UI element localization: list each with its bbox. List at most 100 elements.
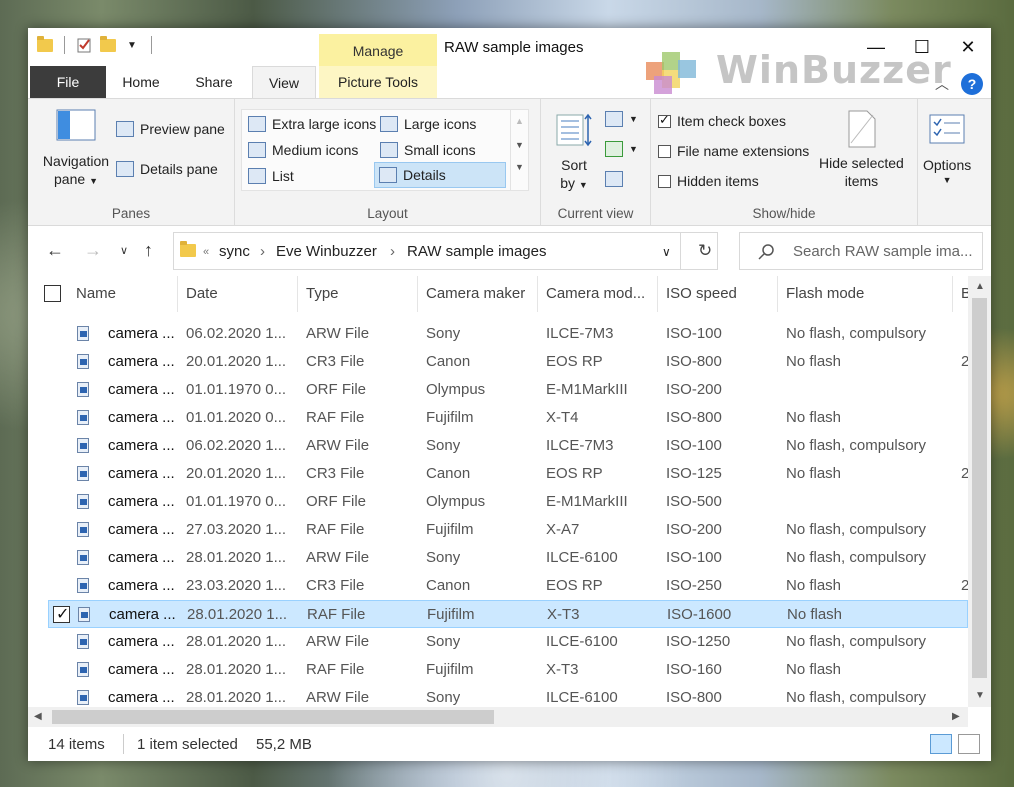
breadcrumb-raw-sample-images[interactable]: RAW sample images <box>407 243 546 260</box>
extra-large-icons-icon <box>248 116 266 132</box>
tab-view[interactable]: View <box>252 66 316 98</box>
column-header: Name Date Type Camera maker Camera mod..… <box>28 276 968 312</box>
cell-name: camera ... <box>108 381 175 398</box>
column-date[interactable]: Date <box>178 276 298 312</box>
file-name-extensions-toggle[interactable]: File name extensions <box>658 143 809 159</box>
tab-share[interactable]: Share <box>184 66 244 98</box>
back-button[interactable]: ← <box>46 240 64 261</box>
table-row[interactable]: camera ... 28.01.2020 1... RAF File Fujifil… <box>48 600 968 628</box>
gallery-up-icon[interactable]: ▲ <box>511 116 528 126</box>
table-row[interactable]: camera ... 01.01.1970 0... ORF File Olympus… <box>48 376 968 404</box>
hidden-items-toggle[interactable]: Hidden items <box>658 173 759 189</box>
tab-file[interactable]: File <box>30 66 106 98</box>
layout-list[interactable]: List <box>244 164 298 188</box>
layout-small-icons[interactable]: Small icons <box>376 138 480 162</box>
large-icons-view-icon[interactable] <box>958 734 980 754</box>
refresh-icon[interactable]: ↻ <box>698 241 712 261</box>
table-row[interactable]: camera ... 06.02.2020 1... ARW File Sony ILC… <box>48 320 968 348</box>
select-all-checkbox[interactable] <box>44 285 61 302</box>
breadcrumb-eve-winbuzzer[interactable]: Eve Winbuzzer <box>276 243 377 260</box>
preview-pane-button[interactable]: Preview pane <box>116 121 225 137</box>
vertical-scroll-thumb[interactable] <box>972 298 987 678</box>
search-placeholder: Search RAW sample ima... <box>793 243 973 260</box>
table-row[interactable]: camera ... 01.01.2020 0... RAF File Fujifil… <box>48 404 968 432</box>
table-row[interactable]: camera ... 28.01.2020 1... RAF File Fujifil… <box>48 656 968 684</box>
collapse-ribbon-icon[interactable]: ︿ <box>935 74 949 94</box>
close-button[interactable]: ✕ <box>945 28 991 66</box>
breadcrumb-sync[interactable]: sync <box>219 243 250 260</box>
search-box[interactable]: Search RAW sample ima... <box>739 232 983 270</box>
scroll-left-icon[interactable]: ◀ <box>34 711 42 722</box>
vertical-scrollbar[interactable]: ▲ ▼ <box>968 276 991 707</box>
column-flash-mode[interactable]: Flash mode <box>778 276 953 312</box>
table-row[interactable]: camera ... 23.03.2020 1... CR3 File Canon EO… <box>48 572 968 600</box>
tab-home[interactable]: Home <box>110 66 172 98</box>
cell-type: CR3 File <box>306 353 365 370</box>
gallery-more-icon[interactable]: ▼ <box>511 162 528 172</box>
group-by-icon <box>605 111 623 127</box>
up-button[interactable]: ↑ <box>144 240 153 261</box>
address-dropdown-icon[interactable]: ∨ <box>662 245 671 259</box>
new-folder-icon[interactable] <box>99 35 117 54</box>
file-name-extensions-label: File name extensions <box>677 143 810 159</box>
column-camera-maker[interactable]: Camera maker <box>418 276 538 312</box>
table-row[interactable]: camera ... 06.02.2020 1... ARW File Sony ILC… <box>48 432 968 460</box>
help-icon[interactable]: ? <box>961 73 983 95</box>
cell-model: X-A7 <box>546 521 580 538</box>
properties-icon[interactable] <box>75 36 93 54</box>
item-check-boxes-checkbox[interactable] <box>658 112 671 128</box>
navigation-pane-button[interactable]: Navigation pane ▼ <box>40 109 112 187</box>
layout-details[interactable]: Details <box>374 162 506 188</box>
column-name[interactable]: Name <box>68 276 178 312</box>
details-pane-button[interactable]: Details pane <box>116 161 218 177</box>
selection-count: 1 item selected <box>137 736 238 753</box>
navigation-pane-label-2: pane ▼ <box>54 171 98 187</box>
customize-toolbar-icon[interactable]: ▼ <box>123 36 141 54</box>
layout-medium-icons[interactable]: Medium icons <box>244 138 362 162</box>
layout-extra-large-icons[interactable]: Extra large icons <box>244 112 380 136</box>
table-row[interactable]: camera ... 28.01.2020 1... ARW File Sony ILC… <box>48 684 968 706</box>
minimize-button[interactable]: — <box>853 28 899 66</box>
breadcrumb-overflow[interactable]: « <box>203 246 209 258</box>
scroll-right-icon[interactable]: ▶ <box>952 711 960 722</box>
forward-button[interactable]: → <box>84 240 102 261</box>
hidden-items-checkbox[interactable] <box>658 174 671 188</box>
cell-name: camera ... <box>108 521 175 538</box>
address-bar[interactable]: « sync › Eve Winbuzzer › RAW sample imag… <box>173 232 718 270</box>
sort-by-button[interactable]: Sort by ▼ <box>555 111 593 191</box>
group-by-button[interactable]: ▼ <box>605 111 638 127</box>
table-row[interactable]: camera ... 20.01.2020 1... CR3 File Canon EO… <box>48 348 968 376</box>
hide-selected-items-button[interactable]: Hide selected items <box>819 109 904 189</box>
file-name-extensions-checkbox[interactable] <box>658 144 671 158</box>
table-row[interactable]: camera ... 27.03.2020 1... RAF File Fujifil… <box>48 516 968 544</box>
maximize-button[interactable]: ☐ <box>899 28 945 66</box>
options-button[interactable]: Options ▼ <box>923 113 971 185</box>
cell-flash: No flash, compulsory <box>786 633 927 650</box>
layout-large-icons[interactable]: Large icons <box>376 112 480 136</box>
manage-context-tab[interactable]: Manage <box>319 34 437 68</box>
column-camera-model[interactable]: Camera mod... <box>538 276 658 312</box>
item-check-boxes-toggle[interactable]: Item check boxes <box>658 112 786 129</box>
tab-picture-tools[interactable]: Picture Tools <box>319 66 437 98</box>
table-row[interactable]: camera ... 20.01.2020 1... CR3 File Canon EO… <box>48 460 968 488</box>
layout-gallery-scroll[interactable]: ▲ ▼ ▼ <box>510 110 528 190</box>
column-type[interactable]: Type <box>298 276 418 312</box>
cell-name: camera ... <box>108 549 175 566</box>
recent-locations-button[interactable]: ∨ <box>120 244 128 257</box>
scroll-up-icon[interactable]: ▲ <box>975 281 985 292</box>
details-view-icon[interactable] <box>930 734 952 754</box>
size-columns-button[interactable] <box>605 171 623 187</box>
add-columns-button[interactable]: ▼ <box>605 141 638 157</box>
column-iso-speed[interactable]: ISO speed <box>658 276 778 312</box>
table-row[interactable]: camera ... 28.01.2020 1... ARW File Sony ILC… <box>48 544 968 572</box>
table-row[interactable]: camera ... 28.01.2020 1... ARW File Sony ILC… <box>48 628 968 656</box>
horizontal-scrollbar[interactable]: ◀ ▶ <box>28 707 968 727</box>
table-row[interactable]: camera ... 01.01.1970 0... ORF File Olympus… <box>48 488 968 516</box>
horizontal-scroll-thumb[interactable] <box>52 710 494 724</box>
options-icon <box>929 114 965 144</box>
row-checkbox[interactable] <box>53 604 70 624</box>
scroll-down-icon[interactable]: ▼ <box>975 690 985 701</box>
gallery-down-icon[interactable]: ▼ <box>511 140 528 150</box>
image-file-icon <box>77 494 89 509</box>
column-overflow[interactable]: B <box>953 276 968 312</box>
